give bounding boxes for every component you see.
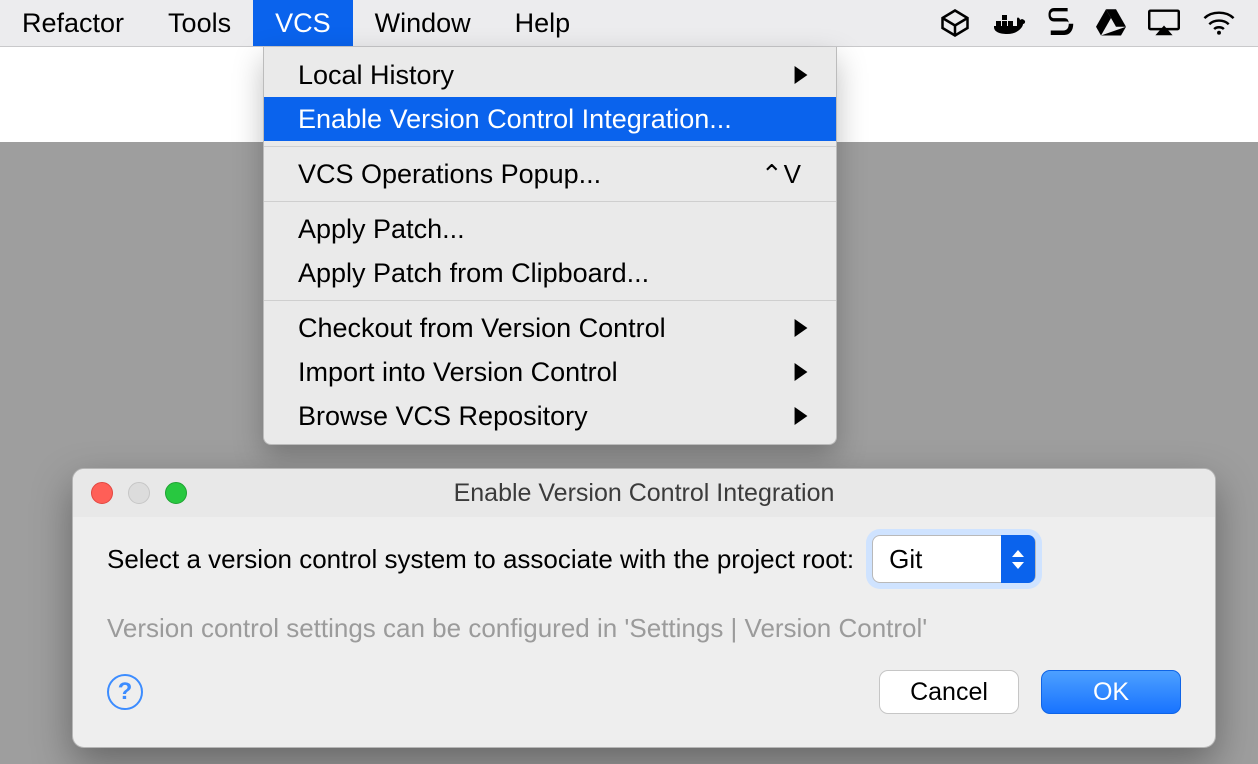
menuitem-import-into-vcs[interactable]: Import into Version Control [264,350,836,394]
menuitem-label: Import into Version Control [298,357,802,388]
menuitem-label: Apply Patch from Clipboard... [298,258,802,289]
s-icon[interactable] [1048,8,1074,38]
menu-tools[interactable]: Tools [146,0,253,46]
menuitem-label: Apply Patch... [298,214,802,245]
dialog-footer: ? Cancel OK [73,670,1215,736]
menuitem-apply-patch-clipboard[interactable]: Apply Patch from Clipboard... [264,251,836,295]
menuitem-label: Local History [298,60,802,91]
menu-label: Window [375,8,471,39]
window-traffic-lights [91,482,187,504]
window-minimize-button[interactable] [128,482,150,504]
menu-window[interactable]: Window [353,0,493,46]
menu-refactor[interactable]: Refactor [0,0,146,46]
dialog-titlebar: Enable Version Control Integration [73,469,1215,517]
menuitem-apply-patch[interactable]: Apply Patch... [264,207,836,251]
airplay-icon[interactable] [1148,9,1180,37]
vcs-select-value: Git [889,544,1001,575]
window-close-button[interactable] [91,482,113,504]
menu-separator [264,146,836,147]
submenu-arrow-icon [794,363,808,381]
help-icon: ? [118,678,133,706]
menuitem-local-history[interactable]: Local History [264,53,836,97]
menuitem-label: Checkout from Version Control [298,313,802,344]
menubar-spacer [592,0,932,46]
menu-label: Refactor [22,8,124,39]
menuitem-shortcut: ⌃V [761,159,802,190]
menu-vcs[interactable]: VCS [253,0,353,46]
vcs-select[interactable]: Git [872,535,1036,583]
menu-label: Help [515,8,571,39]
ok-button[interactable]: OK [1041,670,1181,714]
cube-icon[interactable] [940,8,970,38]
vcs-select-row: Select a version control system to assoc… [107,535,1181,583]
menubar-status-icons [932,0,1258,46]
menuitem-label: Browse VCS Repository [298,401,802,432]
dialog-body: Select a version control system to assoc… [73,517,1215,644]
vcs-select-prompt: Select a version control system to assoc… [107,544,854,575]
menubar: Refactor Tools VCS Window Help [0,0,1258,47]
enable-vcs-dialog: Enable Version Control Integration Selec… [72,468,1216,748]
dialog-title: Enable Version Control Integration [454,479,835,508]
help-button[interactable]: ? [107,674,143,710]
menubar-items: Refactor Tools VCS Window Help [0,0,592,46]
menuitem-vcs-operations-popup[interactable]: VCS Operations Popup... ⌃V [264,152,836,196]
menu-separator [264,201,836,202]
button-label: OK [1093,678,1129,707]
cancel-button[interactable]: Cancel [879,670,1019,714]
menu-separator [264,300,836,301]
menu-help[interactable]: Help [493,0,593,46]
menuitem-label: VCS Operations Popup... [298,159,741,190]
docker-icon[interactable] [992,8,1026,38]
submenu-arrow-icon [794,66,808,84]
button-label: Cancel [910,678,988,707]
menuitem-label: Enable Version Control Integration... [298,104,802,135]
menu-label: Tools [168,8,231,39]
menu-label: VCS [275,8,331,39]
submenu-arrow-icon [794,319,808,337]
select-stepper-icon [1001,535,1035,583]
window-zoom-button[interactable] [165,482,187,504]
submenu-arrow-icon [794,407,808,425]
menuitem-browse-vcs-repository[interactable]: Browse VCS Repository [264,394,836,438]
vcs-dropdown-menu: Local History Enable Version Control Int… [263,47,837,445]
drive-icon[interactable] [1096,9,1126,37]
vcs-settings-hint: Version control settings can be configur… [107,613,1181,644]
wifi-icon[interactable] [1202,10,1236,36]
menuitem-checkout-from-vcs[interactable]: Checkout from Version Control [264,306,836,350]
menuitem-enable-vcs-integration[interactable]: Enable Version Control Integration... [264,97,836,141]
